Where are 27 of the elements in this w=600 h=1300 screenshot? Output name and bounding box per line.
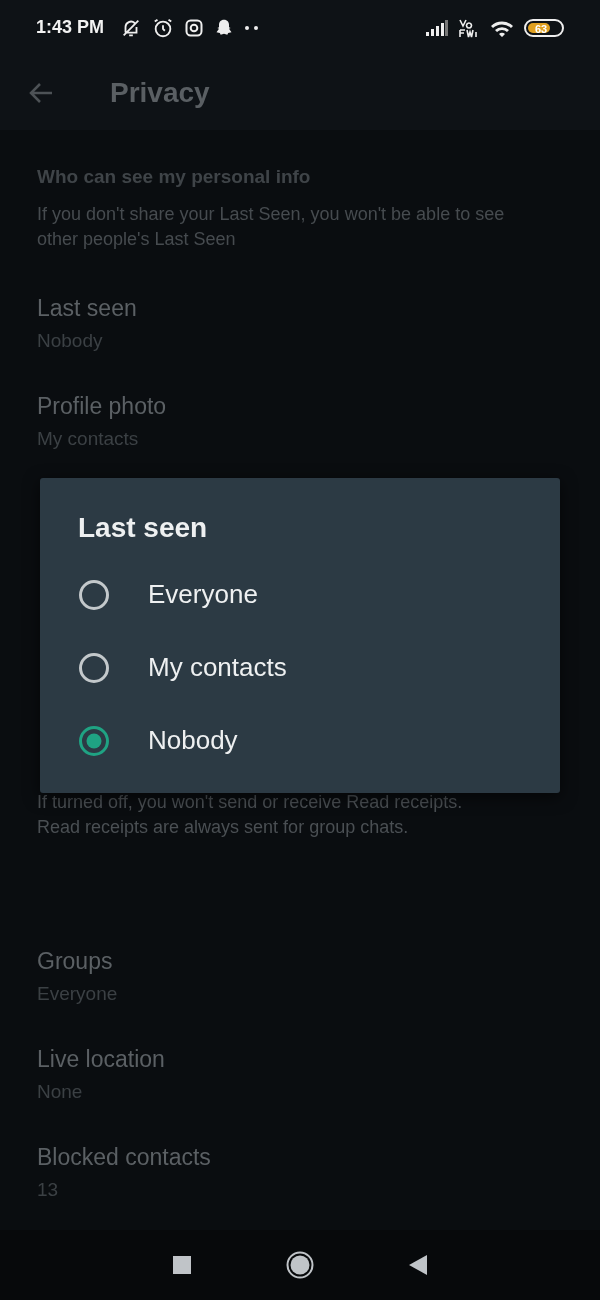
radio-button[interactable]	[78, 578, 110, 611]
item-title: Profile photo	[37, 392, 168, 421]
clock: 1:43 PM	[36, 17, 105, 38]
option-label: Nobody	[148, 725, 238, 756]
radio-option[interactable]: Nobody	[40, 704, 560, 777]
option-label: My contacts	[148, 652, 287, 683]
camera-icon	[184, 17, 205, 38]
more-icon	[244, 24, 261, 31]
section-heading: Who can see my personal info	[37, 166, 312, 188]
read-receipts-note: If turned off, you won't send or receive Read receipts. Read receipts are always sent for group chats.	[36, 791, 464, 839]
radio-button[interactable]	[78, 724, 110, 757]
dialog-title: Last seen	[77, 512, 209, 544]
radio-option[interactable]: My contacts	[40, 631, 560, 704]
item-title: Groups	[37, 947, 114, 976]
option-label: Everyone	[148, 579, 258, 610]
home-icon[interactable]	[286, 1251, 314, 1279]
back-icon[interactable]	[409, 1255, 427, 1275]
signal-icon	[426, 19, 448, 36]
item-title: Live location	[37, 1045, 166, 1074]
item-title: Blocked contacts	[37, 1143, 212, 1172]
battery-icon: 63	[524, 18, 564, 37]
radio-option[interactable]: Everyone	[40, 558, 560, 631]
item-title: Last seen	[37, 294, 138, 323]
page-title: Privacy	[110, 76, 210, 109]
section-note: If you don't share your Last Seen, you won't be able to see other people's Last Seen	[37, 203, 506, 251]
vowifi-icon	[458, 17, 480, 38]
radio-button[interactable]	[78, 651, 110, 684]
